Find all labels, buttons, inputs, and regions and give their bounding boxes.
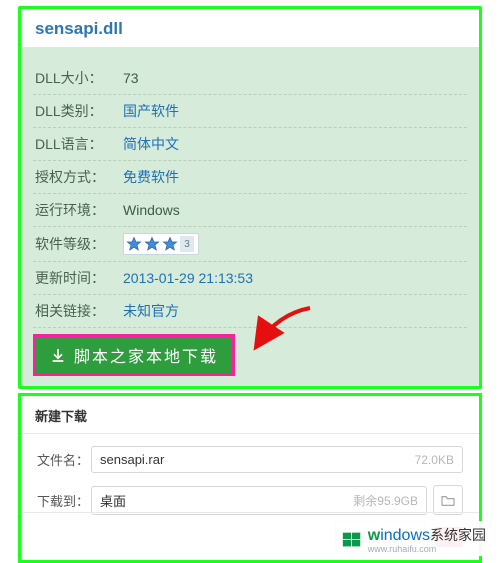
value-link[interactable]: 简体中文 <box>123 134 179 154</box>
watermark: windows系统家园 www.ruhaifu.com <box>334 521 492 556</box>
download-highlight: 脚本之家本地下载 <box>33 334 235 376</box>
page-title: sensapi.dll <box>35 19 465 47</box>
rating-number: 3 <box>180 236 194 252</box>
title-bar: sensapi.dll <box>21 9 479 48</box>
row-dll-language: DLL语言： 简体中文 <box>33 128 467 161</box>
saveto-row: 下载到： 剩余95.9GB <box>37 485 463 515</box>
watermark-url: www.ruhaifu.com <box>368 545 486 554</box>
row-related-link: 相关链接： 未知官方 <box>33 295 467 328</box>
filename-input[interactable] <box>100 452 415 467</box>
label: 运行环境： <box>35 200 123 220</box>
row-license: 授权方式： 免费软件 <box>33 161 467 194</box>
filename-field[interactable]: 72.0KB <box>91 446 463 473</box>
label: 相关链接： <box>35 301 123 321</box>
brand-name: indows <box>380 527 430 544</box>
label: DLL语言： <box>35 134 123 154</box>
label: 软件等级： <box>35 234 123 254</box>
row-dll-category: DLL类别： 国产软件 <box>33 95 467 128</box>
label: 更新时间： <box>35 268 123 288</box>
label: DLL类别： <box>35 101 123 121</box>
value-link[interactable]: 免费软件 <box>123 167 179 187</box>
browse-button[interactable] <box>433 485 463 515</box>
download-arrow-icon <box>50 347 66 363</box>
dll-info-panel: sensapi.dll DLL大小： 73 DLL类别： 国产软件 DLL语言：… <box>18 6 482 389</box>
label: DLL大小： <box>35 68 123 88</box>
value-link[interactable]: 国产软件 <box>123 101 179 121</box>
filename-label: 文件名： <box>37 450 91 469</box>
saveto-field[interactable]: 剩余95.9GB <box>91 486 427 515</box>
download-button[interactable]: 脚本之家本地下载 <box>36 337 232 373</box>
label: 授权方式： <box>35 167 123 187</box>
watermark-text: windows系统家园 www.ruhaifu.com <box>368 525 486 554</box>
value: Windows <box>123 202 180 218</box>
star-icon <box>162 236 178 252</box>
row-rating: 软件等级： 3 <box>33 227 467 262</box>
star-icon <box>126 236 142 252</box>
folder-icon <box>440 493 456 507</box>
brand-prefix: w <box>368 527 380 544</box>
star-rating: 3 <box>123 233 199 255</box>
freespace-text: 剩余95.9GB <box>353 492 418 509</box>
dialog-body: 文件名： 72.0KB 下载到： 剩余95.9GB <box>21 434 479 515</box>
brand-suffix: 系统家园 <box>430 527 486 543</box>
info-body: DLL大小： 73 DLL类别： 国产软件 DLL语言： 简体中文 授权方式： … <box>21 48 479 386</box>
dialog-title: 新建下载 <box>21 396 479 434</box>
row-os: 运行环境： Windows <box>33 194 467 227</box>
value-link[interactable]: 未知官方 <box>123 301 179 321</box>
value-link[interactable]: 2013-01-29 21:13:53 <box>123 270 253 286</box>
windows-logo-icon <box>340 529 364 551</box>
saveto-input[interactable] <box>100 493 353 508</box>
row-dll-size: DLL大小： 73 <box>33 62 467 95</box>
row-update-time: 更新时间： 2013-01-29 21:13:53 <box>33 262 467 295</box>
star-icon <box>144 236 160 252</box>
download-button-label: 脚本之家本地下载 <box>74 343 218 367</box>
filesize-text: 72.0KB <box>415 453 454 467</box>
filename-row: 文件名： 72.0KB <box>37 446 463 473</box>
value: 73 <box>123 70 139 86</box>
saveto-label: 下载到： <box>37 491 91 510</box>
